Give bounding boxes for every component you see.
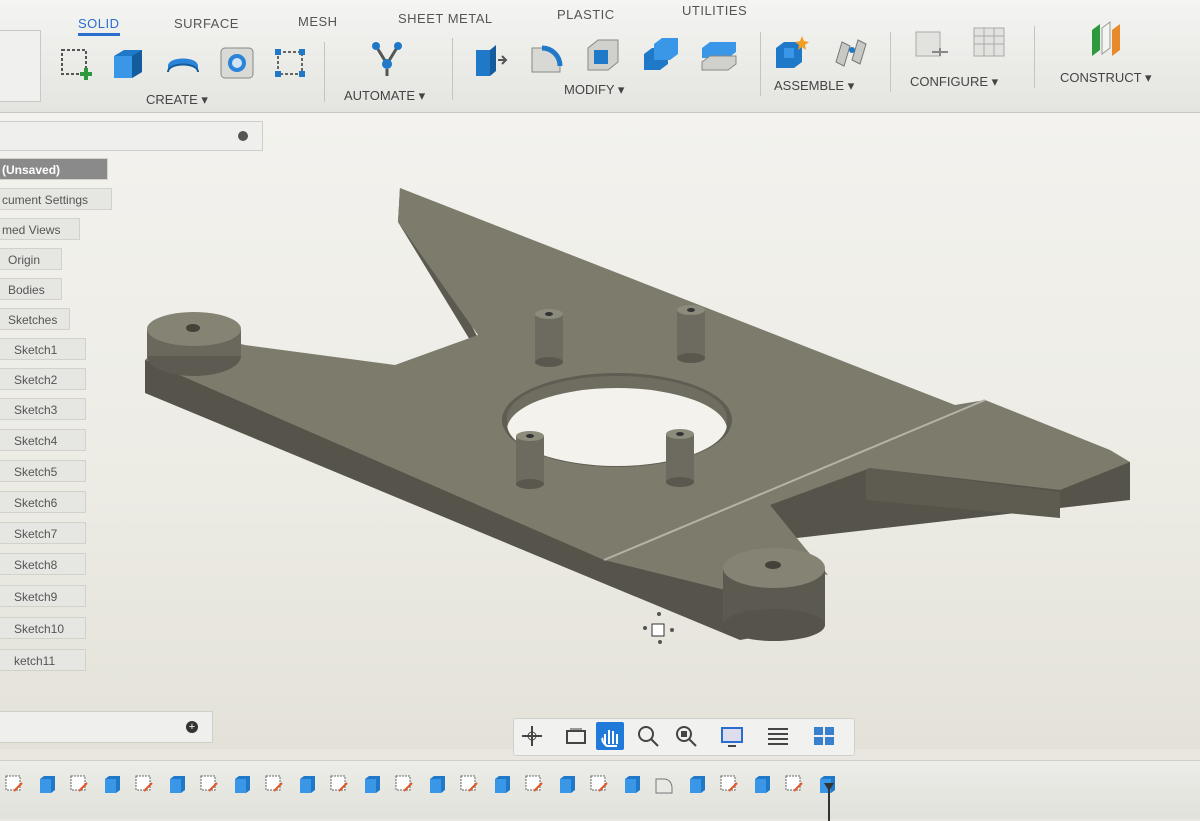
timeline-sketch-icon[interactable] <box>394 773 414 795</box>
sketch-icon[interactable] <box>58 44 96 82</box>
browser-node[interactable]: (Unsaved) <box>0 158 108 180</box>
timeline-sketch-icon[interactable] <box>264 773 284 795</box>
timeline-sketch-icon[interactable] <box>459 773 479 795</box>
browser-node[interactable]: Bodies <box>0 278 62 300</box>
fit-icon[interactable] <box>672 722 700 750</box>
group-divider <box>890 32 891 92</box>
create-menu[interactable]: CREATE ▾ <box>146 92 208 108</box>
joint-icon[interactable] <box>832 32 870 70</box>
browser-node[interactable]: Sketch6 <box>0 491 86 513</box>
timeline-extrude-icon[interactable] <box>37 773 57 795</box>
modify-menu[interactable]: MODIFY ▾ <box>564 82 624 98</box>
timeline-extrude-icon[interactable] <box>752 773 772 795</box>
toolbar: SOLID SURFACE MESH SHEET METAL PLASTIC U… <box>0 0 1200 113</box>
grid-settings-icon[interactable] <box>764 722 792 750</box>
tab-mesh[interactable]: MESH <box>298 14 338 29</box>
navigation-bar <box>513 718 855 756</box>
orbit-icon[interactable] <box>518 722 546 750</box>
comments-panel: + <box>0 711 213 743</box>
browser-node[interactable]: Sketches <box>0 308 70 330</box>
timeline-sketch-icon[interactable] <box>199 773 219 795</box>
pan-cursor-icon <box>643 612 674 644</box>
configure-menu[interactable]: CONFIGURE ▾ <box>910 74 998 90</box>
fillet-icon[interactable] <box>528 38 566 76</box>
post <box>535 309 563 367</box>
viewports-icon[interactable] <box>810 722 838 750</box>
tab-sheet-metal[interactable]: SHEET METAL <box>398 11 493 26</box>
automate-icon[interactable] <box>368 40 406 78</box>
timeline-extrude-icon[interactable] <box>687 773 707 795</box>
timeline-sketch-icon[interactable] <box>719 773 739 795</box>
timeline <box>0 760 1200 821</box>
browser-panel-header <box>0 121 263 151</box>
timeline-sketch-icon[interactable] <box>69 773 89 795</box>
add-comment-icon[interactable]: + <box>186 721 198 733</box>
timeline-extrude-icon[interactable] <box>427 773 447 795</box>
timeline-marker-icon[interactable] <box>822 781 836 821</box>
browser-node[interactable]: cument Settings <box>0 188 112 210</box>
browser-node[interactable]: Origin <box>0 248 62 270</box>
assemble-menu[interactable]: ASSEMBLE ▾ <box>774 78 854 94</box>
revolve-icon[interactable] <box>164 44 202 82</box>
ribbon: CREATE ▾ AUTOMATE ▾ MODIFY ▾ ASSEMBLE ▾ … <box>0 21 1200 110</box>
timeline-sketch-icon[interactable] <box>329 773 349 795</box>
automate-menu[interactable]: AUTOMATE ▾ <box>344 88 425 104</box>
browser-node[interactable]: ketch11 <box>0 649 86 671</box>
timeline-extrude-icon[interactable] <box>232 773 252 795</box>
timeline-sketch-icon[interactable] <box>134 773 154 795</box>
browser-node[interactable]: Sketch1 <box>0 338 86 360</box>
browser-node[interactable]: Sketch4 <box>0 429 86 451</box>
group-divider <box>324 42 325 102</box>
timeline-extrude-icon[interactable] <box>492 773 512 795</box>
post <box>516 431 544 489</box>
display-settings-icon[interactable] <box>718 722 746 750</box>
timeline-extrude-icon[interactable] <box>557 773 577 795</box>
configure-icon[interactable] <box>912 26 950 64</box>
post <box>666 429 694 487</box>
browser-node[interactable]: Sketch10 <box>0 617 86 639</box>
group-divider <box>1034 26 1035 88</box>
extrude-icon[interactable] <box>108 44 146 82</box>
new-component-icon[interactable] <box>772 32 810 70</box>
timeline-sketch-icon[interactable] <box>589 773 609 795</box>
tab-plastic[interactable]: PLASTIC <box>557 7 615 22</box>
offset-plane-icon[interactable] <box>1088 18 1126 56</box>
browser-node[interactable]: Sketch7 <box>0 522 86 544</box>
browser-node[interactable]: med Views <box>0 218 80 240</box>
group-divider <box>760 32 761 96</box>
shell-icon[interactable] <box>584 36 622 74</box>
look-at-icon[interactable] <box>562 722 590 750</box>
timeline-extrude-icon[interactable] <box>297 773 317 795</box>
timeline-extrude-icon[interactable] <box>167 773 187 795</box>
collapse-icon[interactable] <box>238 131 248 141</box>
timeline-sketch-icon[interactable] <box>4 773 24 795</box>
hole-icon[interactable] <box>218 44 256 82</box>
tab-utilities[interactable]: UTILITIES <box>682 3 747 18</box>
press-pull-icon[interactable] <box>470 40 508 78</box>
rectangular-pattern-icon[interactable] <box>272 44 310 82</box>
align-icon[interactable] <box>700 34 738 72</box>
combine-icon[interactable] <box>642 34 680 72</box>
browser-node[interactable]: Sketch9 <box>0 585 86 607</box>
table-icon[interactable] <box>970 24 1008 62</box>
browser-node[interactable]: Sketch3 <box>0 398 86 420</box>
construct-menu[interactable]: CONSTRUCT ▾ <box>1060 70 1152 86</box>
browser-node[interactable]: Sketch5 <box>0 460 86 482</box>
timeline-extrude-icon[interactable] <box>102 773 122 795</box>
tab-surface[interactable]: SURFACE <box>174 16 239 31</box>
post <box>677 305 705 363</box>
zoom-icon[interactable] <box>634 722 662 750</box>
group-divider <box>452 38 453 100</box>
timeline-sketch-icon[interactable] <box>784 773 804 795</box>
timeline-extrude-icon[interactable] <box>362 773 382 795</box>
canvas-viewport[interactable] <box>0 113 1200 749</box>
timeline-fillet-icon[interactable] <box>654 773 674 795</box>
pan-icon[interactable] <box>596 722 624 750</box>
timeline-extrude-icon[interactable] <box>622 773 642 795</box>
browser-node[interactable]: Sketch8 <box>0 553 86 575</box>
toolbar-tabs: SOLID SURFACE MESH SHEET METAL PLASTIC U… <box>0 0 1200 36</box>
bracket-plate-model[interactable] <box>0 113 1200 749</box>
browser-node[interactable]: Sketch2 <box>0 368 86 390</box>
timeline-sketch-icon[interactable] <box>524 773 544 795</box>
